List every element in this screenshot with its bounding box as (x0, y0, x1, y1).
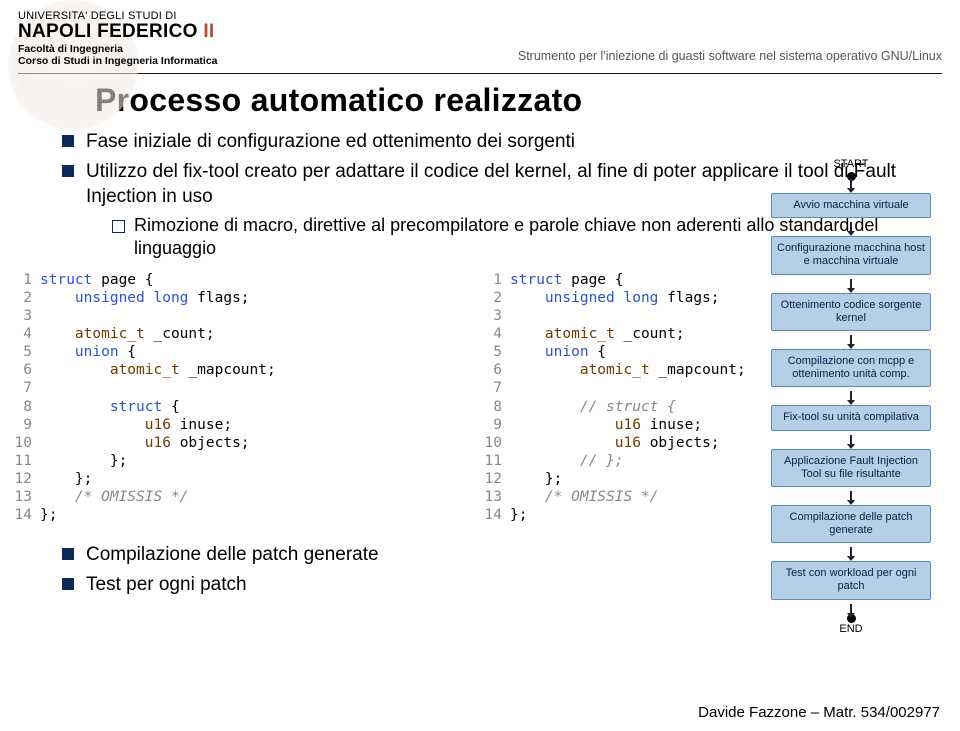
faculty-line: Facoltà di Ingegneria (18, 43, 218, 55)
flow-connector (850, 604, 852, 614)
logo-block: UNIVERSITA' DEGLI STUDI DI NAPOLI FEDERI… (18, 10, 218, 67)
flow-connector (850, 335, 852, 345)
flow-node-3: Ottenimento codice sorgente kernel (771, 293, 931, 331)
flow-node-1: Avvio macchina virtuale (771, 193, 931, 218)
code-left: 1struct page { 2 unsigned long flags; 3 … (10, 271, 472, 525)
flow-connector (850, 279, 852, 289)
flow-node-5: Fix-tool su unità compilativa (771, 405, 931, 430)
flow-connector (850, 491, 852, 501)
flow-node-4: Compilazione con mcpp e ottenimento unit… (771, 349, 931, 387)
header: UNIVERSITA' DEGLI STUDI DI NAPOLI FEDERI… (0, 0, 960, 73)
flow-node-6: Applicazione Fault Injection Tool su fil… (771, 449, 931, 487)
footer-author: Davide Fazzone – Matr. 534/002977 (698, 704, 940, 721)
university-text: UNIVERSITA' DEGLI STUDI DI NAPOLI FEDERI… (18, 10, 218, 67)
flow-connector (850, 435, 852, 445)
flow-node-2: Configurazione macchina host e macchina … (771, 236, 931, 274)
flow-start-label: START (760, 158, 942, 170)
flow-node-7: Compilazione delle patch generate (771, 505, 931, 543)
flow-node-8: Test con workload per ogni patch (771, 561, 931, 599)
flow-connector (850, 222, 852, 232)
flow-connector (850, 547, 852, 557)
flow-end-label: END (760, 623, 942, 635)
flow-connector (850, 391, 852, 401)
flowchart: START Avvio macchina virtuale Configuraz… (760, 158, 942, 635)
header-divider (18, 73, 942, 74)
bullet-1: Fase iniziale di configurazione ed otten… (62, 129, 942, 155)
course-line: Corso di Studi in Ingegneria Informatica (18, 55, 218, 67)
flow-connector (850, 179, 852, 189)
university-name: NAPOLI FEDERICO II (18, 22, 218, 41)
header-right: Strumento per l'iniezione di guasti soft… (518, 49, 942, 67)
slide-title: Processo automatico realizzato (0, 82, 960, 119)
